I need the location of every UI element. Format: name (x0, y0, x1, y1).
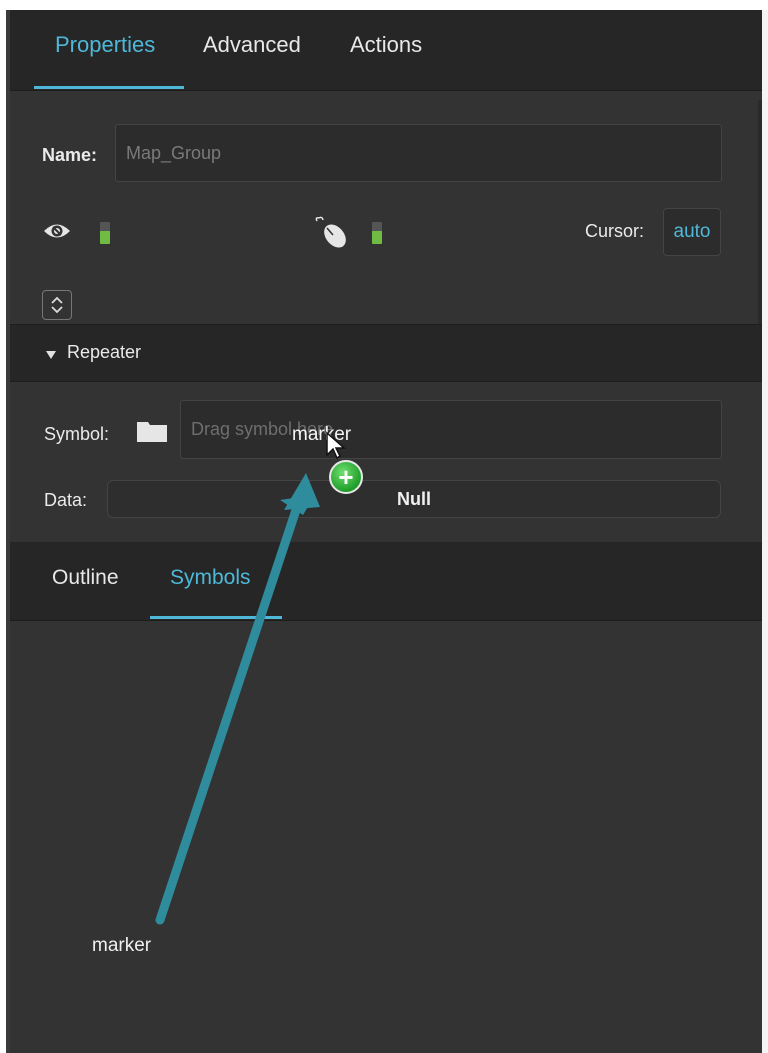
drag-arrow (155, 473, 320, 925)
plus-icon: + (329, 460, 363, 494)
symbol-item-marker[interactable]: marker (92, 935, 151, 957)
properties-panel: Properties Advanced Actions Name: Map_Gr… (10, 10, 762, 1053)
